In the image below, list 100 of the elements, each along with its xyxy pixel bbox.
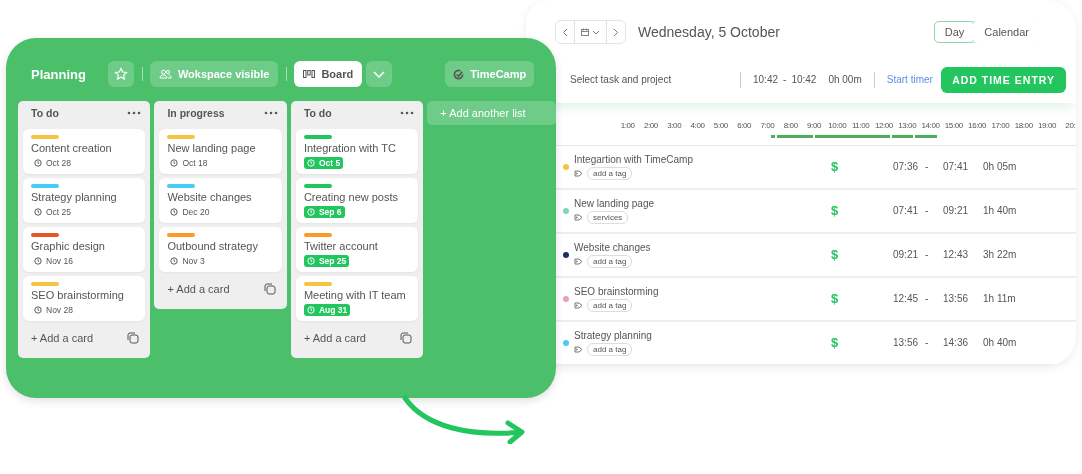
board-icon bbox=[303, 70, 316, 78]
card-title: Meeting with IT team bbox=[303, 289, 407, 301]
clock-icon bbox=[34, 257, 42, 265]
view-tab[interactable]: Calendar bbox=[973, 21, 1040, 44]
task-card[interactable]: Content creation Oct 28 bbox=[23, 129, 146, 174]
board-view-button[interactable]: Board bbox=[294, 61, 363, 87]
list-title: In progress bbox=[167, 107, 225, 119]
star-button[interactable] bbox=[107, 61, 134, 87]
due-date: Oct 28 bbox=[31, 157, 75, 169]
hour-label: 4:00 bbox=[689, 120, 706, 130]
task-select-field[interactable]: Select task and project bbox=[570, 74, 728, 86]
view-tab[interactable]: Day bbox=[933, 21, 976, 44]
add-card-button[interactable]: + Add a card bbox=[167, 283, 230, 295]
hour-label: 14:00 bbox=[920, 120, 941, 130]
task-card[interactable]: Creating new posts Sep 6 bbox=[295, 178, 419, 223]
star-icon bbox=[113, 67, 128, 81]
caret-icon bbox=[592, 29, 600, 35]
hour-label: 7:00 bbox=[759, 120, 776, 130]
clock-icon bbox=[170, 159, 179, 167]
duration-text: 3h 22m bbox=[983, 249, 1018, 261]
more-icon[interactable] bbox=[263, 111, 278, 115]
hour-label: 1:00 bbox=[619, 120, 636, 130]
card-title: Content creation bbox=[31, 142, 113, 154]
start-time[interactable]: 12:45 bbox=[893, 293, 925, 305]
clock-icon bbox=[170, 208, 179, 216]
duration-text: 1h 11m bbox=[983, 293, 1017, 305]
list-title: To do bbox=[31, 107, 59, 119]
tag-icon bbox=[574, 258, 583, 265]
task-card[interactable]: SEO brainstorming Nov 28 bbox=[23, 276, 146, 321]
end-time[interactable]: 13:56 bbox=[943, 293, 983, 305]
due-date: Aug 31 bbox=[303, 304, 351, 316]
start-time[interactable]: 13:56 bbox=[893, 337, 925, 349]
due-date: Dec 20 bbox=[167, 206, 213, 218]
task-card[interactable]: Graphic design Nov 16 bbox=[23, 227, 146, 272]
task-card[interactable]: New landing page Oct 18 bbox=[159, 129, 282, 174]
clock-icon bbox=[170, 257, 179, 265]
time-separator: - bbox=[925, 293, 930, 305]
check-circle-icon bbox=[453, 68, 465, 80]
copy-icon[interactable] bbox=[400, 332, 413, 344]
due-date: Nov 16 bbox=[31, 255, 76, 267]
tag-chip[interactable]: add a tag bbox=[587, 167, 633, 180]
tag-chip[interactable]: add a tag bbox=[587, 299, 633, 312]
due-date: Sep 6 bbox=[303, 206, 345, 218]
duration-text: 1h 40m bbox=[983, 205, 1018, 217]
people-icon bbox=[158, 69, 172, 79]
card-title: Strategy planning bbox=[31, 191, 118, 203]
due-date: Nov 28 bbox=[31, 304, 76, 316]
start-time[interactable]: 10:42 bbox=[753, 74, 779, 86]
end-time[interactable]: 07:41 bbox=[943, 161, 983, 173]
list-title: To do bbox=[303, 107, 332, 119]
add-card-button[interactable]: + Add a card bbox=[31, 332, 94, 344]
more-icon[interactable] bbox=[127, 111, 142, 115]
hour-label: 9:00 bbox=[806, 120, 822, 130]
task-card[interactable]: Meeting with IT team Aug 31 bbox=[295, 276, 419, 321]
task-name: Strategy planning bbox=[574, 330, 653, 341]
card-title: New landing page bbox=[167, 142, 257, 154]
end-time[interactable]: 12:43 bbox=[943, 249, 983, 261]
end-time[interactable]: 10:42 bbox=[791, 74, 817, 86]
task-card[interactable]: Outbound strategy Nov 3 bbox=[159, 227, 282, 272]
tag-chip[interactable]: add a tag bbox=[587, 255, 633, 268]
due-date: Oct 5 bbox=[303, 157, 344, 169]
tag-icon bbox=[574, 170, 583, 177]
calendar-icon bbox=[581, 28, 589, 37]
time-separator: - bbox=[925, 205, 930, 217]
chevron-down-icon bbox=[373, 70, 386, 78]
copy-icon[interactable] bbox=[127, 332, 140, 344]
end-time[interactable]: 14:36 bbox=[943, 337, 983, 349]
hour-label: 3:00 bbox=[666, 120, 683, 130]
task-card[interactable]: Website changes Dec 20 bbox=[159, 178, 282, 223]
due-date: Oct 25 bbox=[31, 206, 75, 218]
time-separator: - bbox=[925, 161, 930, 173]
clock-icon bbox=[306, 306, 315, 314]
duration-text: 0h 40m bbox=[983, 337, 1018, 349]
tag-chip[interactable]: add a tag bbox=[587, 343, 633, 356]
task-name: New landing page bbox=[574, 198, 656, 209]
task-name: Website changes bbox=[574, 242, 652, 253]
task-card[interactable]: Twitter account Sep 25 bbox=[295, 227, 419, 272]
due-date: Nov 3 bbox=[167, 255, 208, 267]
copy-icon[interactable] bbox=[263, 283, 276, 295]
task-card[interactable]: Integration with TC Oct 5 bbox=[295, 129, 419, 174]
chevron-right-icon bbox=[613, 27, 619, 37]
tag-icon bbox=[574, 214, 583, 221]
card-title: SEO brainstorming bbox=[31, 289, 125, 301]
more-icon[interactable] bbox=[400, 111, 415, 115]
hour-label: 16:00 bbox=[967, 120, 988, 130]
task-name: SEO brainstorming bbox=[574, 286, 660, 297]
end-time[interactable]: 09:21 bbox=[943, 205, 983, 217]
clock-icon bbox=[34, 306, 42, 314]
task-card[interactable]: Strategy planning Oct 25 bbox=[23, 178, 146, 223]
add-card-button[interactable]: + Add a card bbox=[303, 332, 366, 344]
tag-icon bbox=[574, 346, 583, 353]
hour-label: 12:00 bbox=[873, 120, 894, 130]
hour-label: 15:00 bbox=[943, 120, 964, 130]
card-title: Graphic design bbox=[31, 240, 106, 252]
start-time[interactable]: 07:36 bbox=[893, 161, 925, 173]
hour-label: 6:00 bbox=[736, 120, 753, 130]
start-time[interactable]: 09:21 bbox=[893, 249, 925, 261]
tag-chip[interactable]: services bbox=[587, 211, 629, 224]
start-time[interactable]: 07:41 bbox=[893, 205, 925, 217]
hour-label: 11:00 bbox=[850, 120, 871, 130]
